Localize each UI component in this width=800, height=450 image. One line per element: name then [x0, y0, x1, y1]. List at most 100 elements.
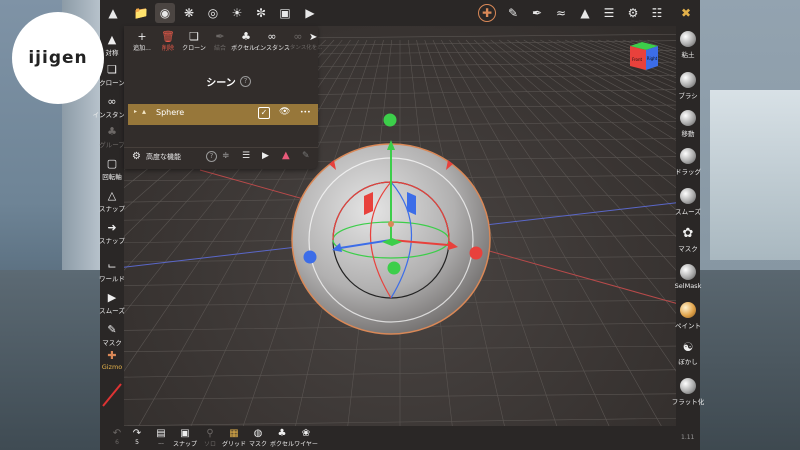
- snap-tool[interactable]: △ スナップ: [99, 190, 125, 214]
- background-photo-right: [700, 0, 800, 450]
- mask-brush[interactable]: ✿ マスク: [676, 226, 700, 253]
- triangle-icon[interactable]: ▲: [282, 150, 290, 161]
- folder-icon[interactable]: 📁: [131, 3, 151, 23]
- film-reel-icon[interactable]: ✼: [251, 3, 271, 23]
- world-tool[interactable]: ⌙ ワールド: [99, 259, 125, 284]
- axis-icon: ⌙: [107, 259, 117, 272]
- mask-toggle-button[interactable]: ◍ マスク: [245, 428, 271, 448]
- nav-cube-right-label: Right: [647, 56, 658, 61]
- smooth-tool[interactable]: ▶ スムーズ: [99, 291, 125, 316]
- voxel-toggle-button[interactable]: ♣ ボクセル: [269, 428, 295, 448]
- flatten-brush[interactable]: フラット化: [672, 378, 704, 406]
- snapshot-button[interactable]: ▣ スナップ: [172, 428, 198, 448]
- navigation-cube[interactable]: Front Right: [628, 40, 660, 72]
- more-menu[interactable]: •••: [300, 109, 311, 116]
- gear-icon[interactable]: ⚙: [623, 3, 643, 23]
- gizmo-icon: ✚: [107, 349, 117, 362]
- merge-button[interactable]: ✒ 結合: [207, 30, 233, 52]
- bone-icon[interactable]: ☰: [242, 151, 250, 161]
- grid-button[interactable]: ▦ グリッド: [221, 428, 247, 448]
- expand-icon[interactable]: ▸: [134, 108, 137, 115]
- gizmo-tool[interactable]: ✚ Gizmo: [100, 349, 124, 372]
- link-icon: ∞: [267, 30, 277, 43]
- eye-icon[interactable]: 👁: [279, 107, 290, 117]
- gizmo-x-plane-handle[interactable]: [364, 192, 373, 215]
- smooth-icon: [680, 188, 696, 204]
- advanced-label[interactable]: 高度な機能: [146, 152, 181, 162]
- share-icon[interactable]: ≑: [222, 151, 230, 161]
- delete-button[interactable]: 🗑 削除: [155, 30, 181, 52]
- redo-icon: ↷: [132, 428, 142, 439]
- instance-tool[interactable]: ∞ インスタンス: [93, 96, 132, 120]
- uninstance-button[interactable]: ∞ インスタンス化を...: [273, 30, 322, 51]
- smooth-brush[interactable]: スムーズ: [675, 188, 701, 216]
- save-button[interactable]: ▤...: [148, 428, 174, 446]
- eyedropper-icon[interactable]: ✒: [527, 3, 547, 23]
- triangle-icon[interactable]: ▲: [575, 3, 595, 23]
- globe-icon[interactable]: ◎: [203, 3, 223, 23]
- video-icon[interactable]: ▶: [300, 3, 320, 23]
- snap-tool-2[interactable]: ➜ スナップ: [99, 222, 125, 246]
- drag-icon: [680, 148, 696, 164]
- smooth-icon[interactable]: ≈: [551, 3, 571, 23]
- camera-icon[interactable]: ▶: [262, 151, 269, 161]
- search-icon: ⚲: [206, 428, 214, 439]
- undo-icon: ↶: [112, 428, 122, 439]
- selmask-icon: [680, 264, 696, 280]
- move-brush[interactable]: 移動: [676, 110, 700, 138]
- gizmo-z-plane-handle[interactable]: [407, 192, 416, 215]
- image-icon[interactable]: ▣: [275, 3, 295, 23]
- add-button[interactable]: + 追加...: [129, 30, 155, 52]
- redo-button[interactable]: ↷ 5: [124, 428, 150, 446]
- help-icon[interactable]: ?: [206, 151, 217, 162]
- pen-icon[interactable]: ✎: [302, 151, 310, 161]
- gizmo-z-scale-handle[interactable]: [303, 250, 317, 264]
- material-icon[interactable]: ◉: [155, 3, 175, 23]
- play-icon: ▶: [107, 291, 117, 304]
- gear-icon[interactable]: ⚙: [132, 151, 141, 162]
- window-area: [710, 90, 800, 260]
- mask-eye-icon: ◍: [253, 428, 263, 439]
- group-tool[interactable]: ♣ グループ: [99, 126, 125, 150]
- wireframe-button[interactable]: ❀ ワイヤー: [293, 428, 319, 448]
- sliders-icon[interactable]: ☷: [647, 3, 667, 23]
- advanced-row: ⚙ 高度な機能 ? ≑ ☰ ▶ ▲ ✎: [124, 147, 318, 168]
- sun-icon[interactable]: ☀: [227, 3, 247, 23]
- mask-tool[interactable]: ✎ マスク: [100, 323, 124, 348]
- right-toolbar: 粘土 ブラシ 移動 ドラッグ スムーズ ✿ マスク SelMask ペイント ☯ ぼ…: [672, 26, 704, 450]
- cluster-icon[interactable]: ❋: [179, 3, 199, 23]
- standard-brush[interactable]: ブラシ: [676, 72, 700, 100]
- tools-icon[interactable]: ✖: [676, 3, 696, 23]
- gizmo-y-scale-handle[interactable]: [383, 113, 397, 127]
- top-toolbar: ▲ 📁 ◉ ❋ ◎ ☀ ✼ ▣ ▶ ✚ ✎ ✒ ≈ ▲ ☰ ⚙ ☷ ✖: [100, 0, 700, 26]
- gizmo-x-scale-handle[interactable]: [469, 246, 483, 260]
- help-icon[interactable]: ?: [240, 76, 251, 87]
- trash-icon: 🗑: [161, 30, 175, 43]
- drag-brush[interactable]: ドラッグ: [675, 148, 701, 176]
- floor-area: [700, 270, 800, 450]
- selmask-brush[interactable]: SelMask: [675, 264, 701, 290]
- edit-square-icon: ✎: [107, 323, 117, 336]
- blur-brush[interactable]: ☯ ぼかし: [676, 340, 700, 366]
- clone-button[interactable]: ❏ クローン: [181, 30, 207, 52]
- object-checkbox[interactable]: ✓: [258, 107, 270, 119]
- move-icon: [680, 110, 696, 126]
- solo-button[interactable]: ⚲ ソロ: [197, 428, 223, 448]
- pivot-tool[interactable]: ▢ 回転軸: [100, 157, 124, 182]
- gizmo-y-scale-handle-bottom[interactable]: [387, 261, 401, 275]
- cube-logo-icon[interactable]: ▲: [103, 3, 123, 23]
- clone-tool[interactable]: ❏ クローン: [99, 64, 125, 88]
- paint-icon: [680, 302, 696, 318]
- scene-item-sphere[interactable]: ▸ ▴ Sphere ✓ 👁 •••: [128, 104, 318, 125]
- layers-icon[interactable]: ☰: [599, 3, 619, 23]
- pin-icon[interactable]: ➤: [309, 32, 317, 43]
- pen-icon[interactable]: ✎: [503, 3, 523, 23]
- clay-icon: [680, 31, 696, 47]
- object-name: Sphere: [156, 108, 185, 117]
- lock-icon: ▢: [106, 157, 118, 170]
- gizmo-icon[interactable]: ✚: [478, 4, 496, 22]
- mask-icon: ✿: [682, 226, 694, 241]
- paint-brush[interactable]: ペイント: [675, 302, 701, 330]
- clay-brush[interactable]: 粘土: [676, 31, 700, 59]
- gizmo-center[interactable]: [388, 221, 394, 227]
